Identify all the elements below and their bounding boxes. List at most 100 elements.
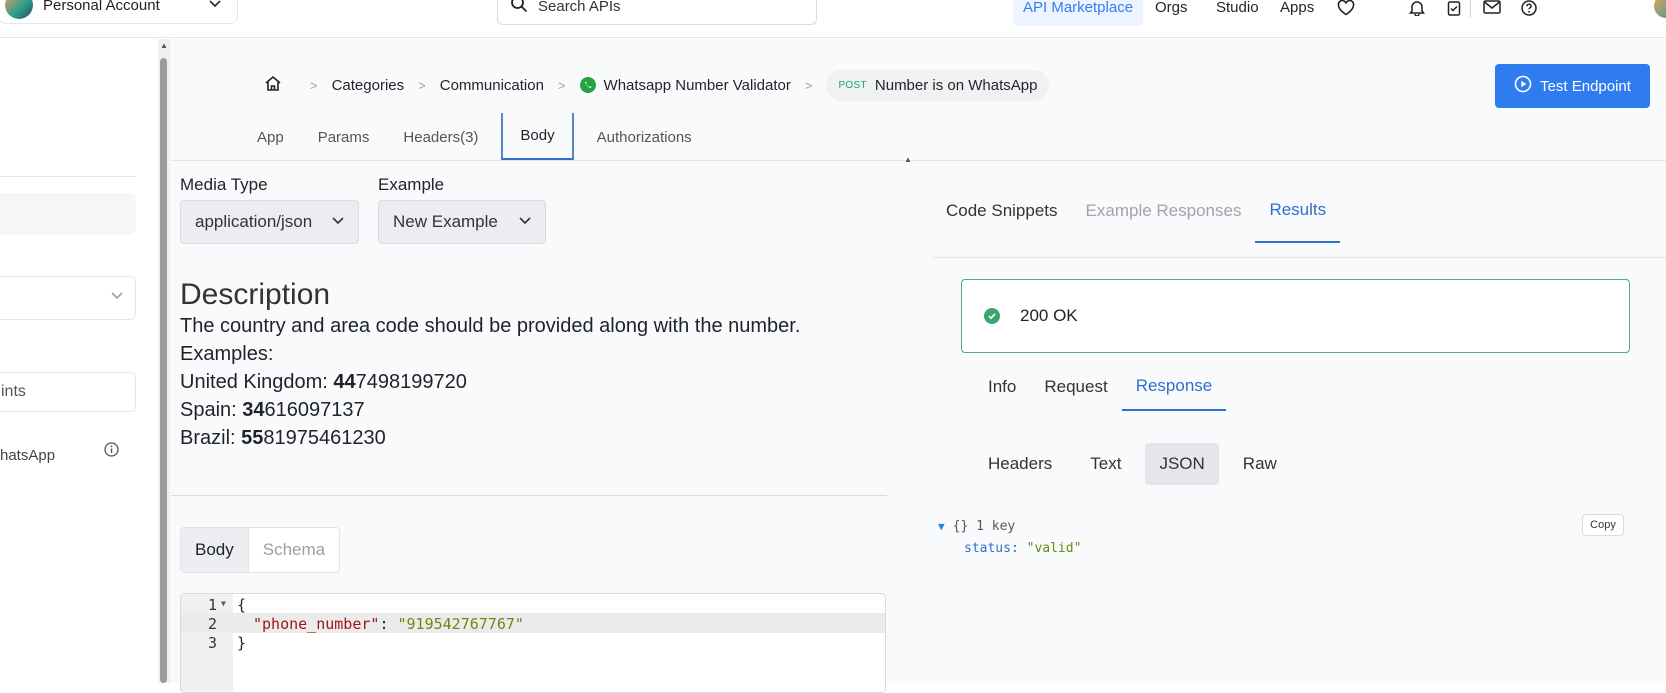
json-tree-root[interactable]: ▼ {} 1 key xyxy=(938,519,1015,534)
line-number: 3 xyxy=(207,634,217,652)
results-tabs-divider xyxy=(932,257,1666,258)
tab-authorizations[interactable]: Authorizations xyxy=(580,113,709,161)
body-pane: Media Type application/json Example New … xyxy=(171,165,900,693)
endpoint-name: Number is on WhatsApp xyxy=(874,76,1038,94)
clipboard-check-icon[interactable] xyxy=(1446,0,1464,18)
example-label: Example xyxy=(378,175,445,194)
nav-apps[interactable]: Apps xyxy=(1270,0,1324,26)
nav-divider xyxy=(1470,0,1471,18)
mail-icon[interactable] xyxy=(1483,0,1501,18)
segment-body[interactable]: Body xyxy=(181,528,249,572)
breadcrumb: > Categories > Communication > Whatsapp … xyxy=(264,68,1050,102)
tab-body[interactable]: Body xyxy=(501,113,574,161)
tab-params[interactable]: Params xyxy=(301,113,387,161)
top-navigation-bar: Personal Account API Marketplace Orgs St… xyxy=(0,0,1666,38)
tab-results[interactable]: Results xyxy=(1255,179,1341,243)
sidebar-grey-field[interactable] xyxy=(0,193,136,235)
tab-info[interactable]: Info xyxy=(974,363,1030,411)
nav-studio[interactable]: Studio xyxy=(1206,0,1269,26)
media-type-select[interactable]: application/json xyxy=(180,200,359,244)
endpoint-search-placeholder: ints xyxy=(1,383,26,400)
sidebar-endpoint-item[interactable]: hatsApp xyxy=(0,447,55,464)
sidebar-select[interactable] xyxy=(0,276,136,320)
account-switcher[interactable]: Personal Account xyxy=(0,0,238,24)
code-line: } xyxy=(237,634,247,652)
copy-button[interactable]: Copy xyxy=(1582,514,1624,536)
status-badge: 200 OK xyxy=(961,279,1630,353)
description-line: Spain: 34616097137 xyxy=(180,399,365,421)
fold-arrow-icon[interactable]: ▼ xyxy=(221,599,226,608)
chevron-right-icon: > xyxy=(418,77,426,93)
chevron-right-icon: > xyxy=(804,77,813,93)
scroll-up-arrow-icon[interactable]: ▲ xyxy=(158,41,170,50)
search-box[interactable] xyxy=(497,0,817,25)
nav-orgs[interactable]: Orgs xyxy=(1145,0,1198,26)
results-tabs: Code Snippets Example Responses Results xyxy=(932,179,1341,243)
breadcrumb-endpoint[interactable]: POST Number is on WhatsApp xyxy=(826,69,1050,101)
json-value: "valid" xyxy=(1026,541,1082,556)
chevron-down-icon xyxy=(111,291,123,303)
breadcrumb-categories[interactable]: Categories xyxy=(332,77,405,94)
whatsapp-icon xyxy=(579,77,596,93)
home-icon[interactable] xyxy=(264,75,282,96)
media-type-label: Media Type xyxy=(180,175,268,194)
description-line: United Kingdom: 447498199720 xyxy=(180,371,467,393)
nav-api-marketplace[interactable]: API Marketplace xyxy=(1013,0,1144,26)
segment-schema[interactable]: Schema xyxy=(249,528,339,572)
tab-example-responses[interactable]: Example Responses xyxy=(1072,179,1256,243)
format-text[interactable]: Text xyxy=(1076,443,1135,485)
chevron-right-icon: > xyxy=(310,77,318,93)
account-avatar xyxy=(5,0,33,19)
pane-scroll-up-icon[interactable]: ▲ xyxy=(904,155,912,164)
tab-response[interactable]: Response xyxy=(1121,363,1227,411)
user-avatar[interactable] xyxy=(1654,0,1666,18)
tab-code-snippets[interactable]: Code Snippets xyxy=(932,179,1072,243)
account-name: Personal Account xyxy=(43,0,160,14)
chevron-down-icon xyxy=(519,214,531,228)
chevron-down-icon xyxy=(332,214,344,228)
code-line: "phone_number": "919542767767" xyxy=(253,615,524,633)
breadcrumb-api-name[interactable]: Whatsapp Number Validator xyxy=(604,77,791,94)
description-line: The country and area code should be prov… xyxy=(180,315,801,337)
format-json[interactable]: JSON xyxy=(1145,443,1219,485)
description-line: Examples: xyxy=(180,343,274,365)
status-text: 200 OK xyxy=(1020,306,1078,325)
tab-headers[interactable]: Headers(3) xyxy=(386,113,495,161)
json-summary: {} 1 key xyxy=(952,519,1016,534)
help-icon[interactable] xyxy=(1521,0,1539,18)
description-line: Brazil: 5581975461230 xyxy=(180,427,386,449)
code-editor[interactable]: 1 ▼ 2 3 { "phone_number": "919542767767"… xyxy=(180,593,886,693)
sidebar-scrollbar-thumb[interactable] xyxy=(160,58,167,683)
collapse-triangle-icon[interactable]: ▼ xyxy=(938,520,945,533)
tab-request[interactable]: Request xyxy=(1030,363,1121,411)
json-key: status: xyxy=(964,541,1019,556)
test-endpoint-button[interactable]: Test Endpoint xyxy=(1495,64,1650,108)
body-schema-toggle: Body Schema xyxy=(180,527,341,573)
response-format-tabs: Headers Text JSON Raw xyxy=(974,443,1301,485)
search-icon xyxy=(510,0,528,18)
code-line: { xyxy=(237,596,247,614)
chevron-right-icon: > xyxy=(557,77,566,93)
search-input[interactable] xyxy=(538,0,788,15)
request-tabs: App Params Headers(3) Body Authorization… xyxy=(240,113,709,161)
chevron-down-icon xyxy=(209,0,221,11)
media-type-value: application/json xyxy=(195,212,313,231)
bell-icon[interactable] xyxy=(1408,0,1426,18)
results-pane: Code Snippets Example Responses Results … xyxy=(932,165,1666,683)
format-raw[interactable]: Raw xyxy=(1229,443,1291,485)
line-number: 2 xyxy=(207,615,217,633)
description-title: Description xyxy=(180,278,331,311)
tabs-divider xyxy=(170,160,1666,161)
example-select[interactable]: New Example xyxy=(378,200,546,244)
line-number: 1 xyxy=(207,596,217,614)
sidebar-endpoint-search[interactable]: ints xyxy=(0,372,136,412)
breadcrumb-communication[interactable]: Communication xyxy=(440,77,544,94)
heart-icon[interactable] xyxy=(1337,0,1355,18)
play-circle-icon xyxy=(1514,75,1532,97)
method-badge: POST xyxy=(838,79,867,91)
info-icon[interactable] xyxy=(104,442,119,457)
response-sub-tabs: Info Request Response xyxy=(974,363,1227,411)
sidebar-divider xyxy=(0,176,136,177)
tab-app[interactable]: App xyxy=(240,113,301,161)
format-headers[interactable]: Headers xyxy=(974,443,1066,485)
